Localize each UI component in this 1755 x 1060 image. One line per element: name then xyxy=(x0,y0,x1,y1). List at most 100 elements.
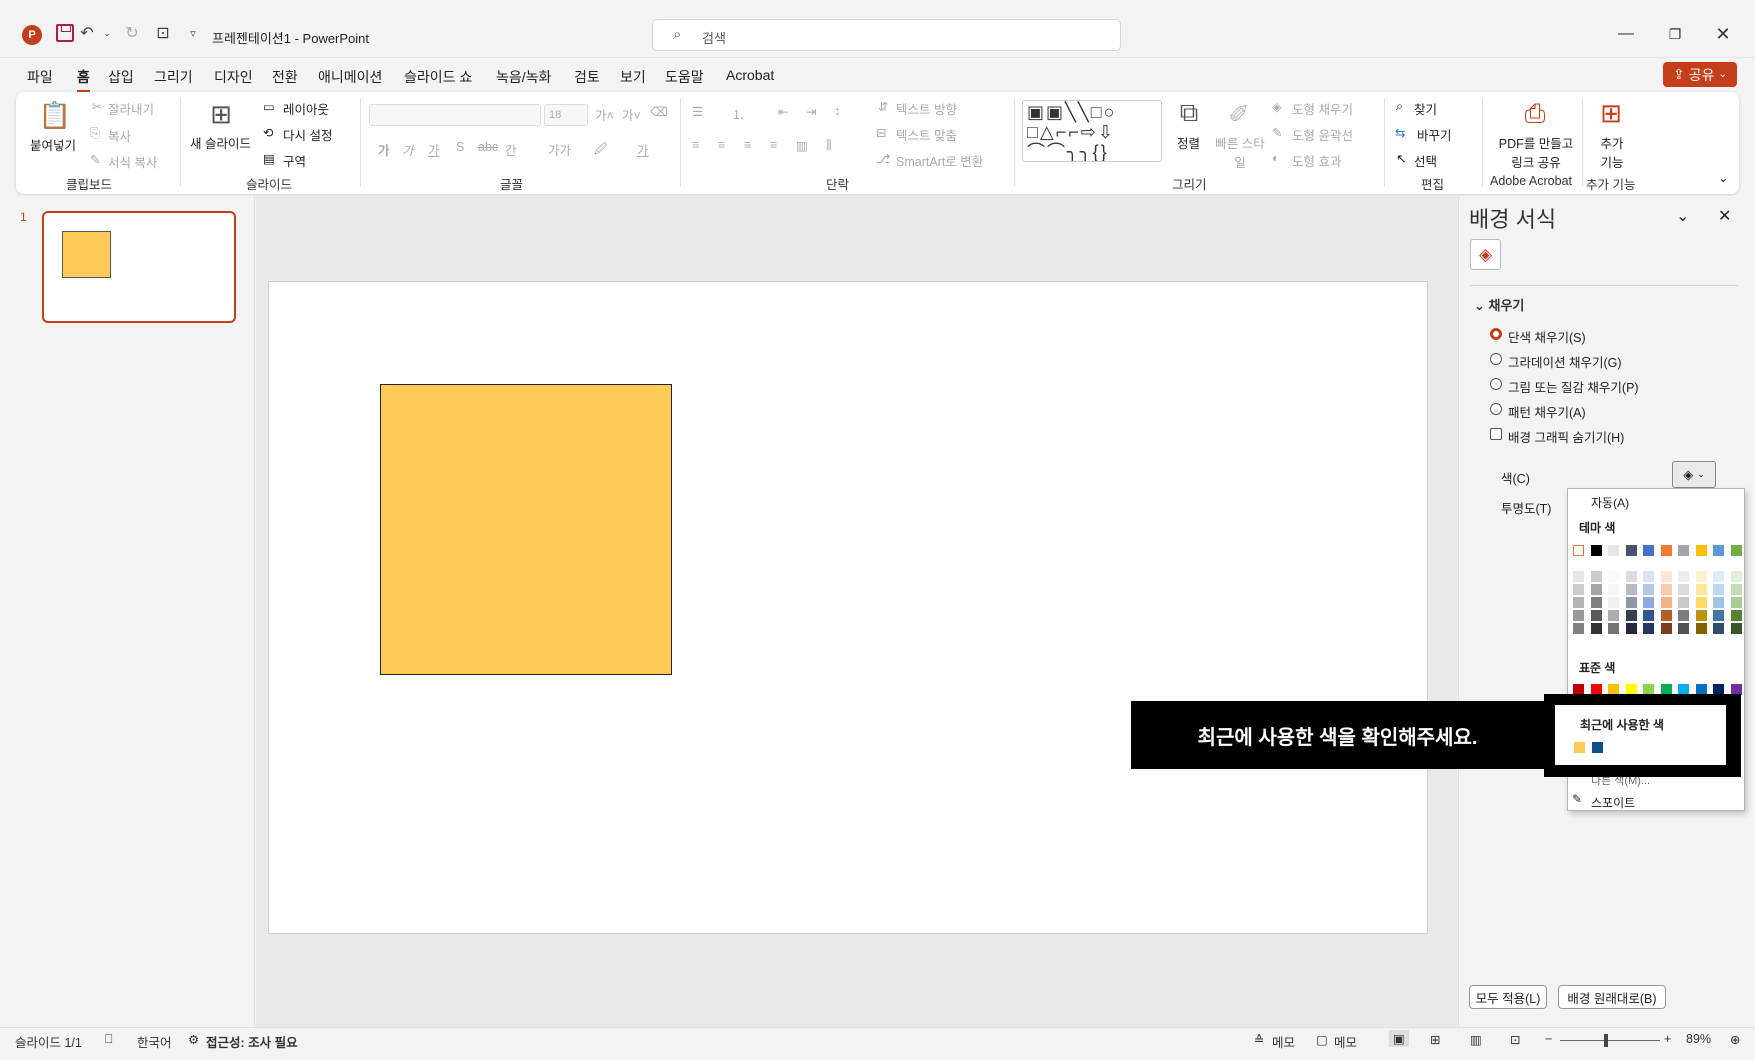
search-input[interactable]: ⌕ 검색 xyxy=(652,19,1121,51)
slideshow-view-icon[interactable]: ⊡ xyxy=(1510,1032,1520,1047)
highlight-icon[interactable]: 🖉 xyxy=(594,140,607,161)
columns-icon[interactable]: ⫼ xyxy=(826,138,832,153)
smartart-button[interactable]: SmartArt로 변환 xyxy=(896,151,983,170)
language-indicator[interactable]: 한국어 xyxy=(137,1032,172,1051)
theme-shade-swatch[interactable] xyxy=(1608,597,1619,608)
italic-icon[interactable]: 가 xyxy=(402,140,414,159)
theme-shade-swatch[interactable] xyxy=(1660,584,1672,595)
reset-button[interactable]: 다시 설정 xyxy=(283,125,332,144)
distributed-icon[interactable]: ▥ xyxy=(796,138,808,153)
undo-dropdown-icon[interactable]: ⌄ xyxy=(96,22,118,44)
theme-shade-swatch[interactable] xyxy=(1713,610,1724,621)
theme-color-swatch[interactable] xyxy=(1573,545,1584,556)
zoom-in-icon[interactable]: + xyxy=(1664,1032,1671,1046)
spellcheck-icon[interactable]: ⎕ xyxy=(105,1032,113,1047)
theme-shade-swatch[interactable] xyxy=(1678,610,1689,621)
underline-icon[interactable]: 가 xyxy=(428,140,440,159)
recent-color-swatch[interactable] xyxy=(1591,742,1603,753)
theme-shade-swatch[interactable] xyxy=(1573,597,1584,608)
theme-shade-swatch[interactable] xyxy=(1695,610,1707,621)
solid-fill-radio[interactable] xyxy=(1490,328,1502,340)
theme-shade-swatch[interactable] xyxy=(1608,584,1619,595)
numbering-icon[interactable]: ⒈ xyxy=(732,104,745,123)
clear-formatting-icon[interactable]: ⌫ xyxy=(650,104,668,119)
fit-to-window-icon[interactable]: ⊕ xyxy=(1730,1032,1740,1047)
find-button[interactable]: 찾기 xyxy=(1414,99,1437,118)
customize-toolbar-icon[interactable]: ▿ xyxy=(182,22,204,44)
theme-shade-swatch[interactable] xyxy=(1590,610,1602,621)
tab-home[interactable]: 홈 xyxy=(77,67,90,93)
cut-button[interactable]: 잘라내기 xyxy=(108,99,154,118)
decrease-indent-icon[interactable]: ⇤ xyxy=(778,104,788,119)
tab-slideshow[interactable]: 슬라이드 쇼 xyxy=(404,67,472,87)
theme-color-swatch[interactable] xyxy=(1730,545,1742,556)
section-button[interactable]: 구역 xyxy=(283,151,306,170)
paste-button[interactable]: 붙여넣기 xyxy=(30,135,76,154)
theme-shade-swatch[interactable] xyxy=(1625,571,1637,582)
undo-icon[interactable]: ↶ xyxy=(76,22,98,44)
theme-shade-swatch[interactable] xyxy=(1695,597,1707,608)
theme-shade-swatch[interactable] xyxy=(1625,610,1637,621)
zoom-slider-thumb[interactable] xyxy=(1604,1034,1608,1047)
shapes-gallery[interactable]: ▣▣╲╲□○ □△⌐⌐⇨⇩ ⌒⌒╮╮{} xyxy=(1022,100,1162,162)
tab-insert[interactable]: 삽입 xyxy=(108,67,134,87)
theme-shade-swatch[interactable] xyxy=(1643,610,1654,621)
redo-icon[interactable]: ↻ xyxy=(121,22,143,44)
theme-shade-swatch[interactable] xyxy=(1730,584,1742,595)
fill-color-button[interactable]: ◈ ⌄ xyxy=(1672,461,1716,488)
bold-icon[interactable]: 가 xyxy=(378,140,390,159)
theme-shade-swatch[interactable] xyxy=(1730,610,1742,621)
shape-effects-button[interactable]: 도형 효과 xyxy=(1292,151,1341,170)
line-spacing-icon[interactable]: ↕ xyxy=(834,104,840,118)
align-text-button[interactable]: 텍스트 맞춤 xyxy=(896,125,957,144)
theme-shade-swatch[interactable] xyxy=(1590,623,1602,634)
char-spacing-icon[interactable]: 간 xyxy=(505,140,517,159)
text-direction-button[interactable]: 텍스트 방향 xyxy=(896,99,957,118)
accessibility-status[interactable]: 접근성: 조사 필요 xyxy=(206,1032,298,1051)
theme-shade-swatch[interactable] xyxy=(1643,623,1654,634)
tab-file[interactable]: 파일 xyxy=(27,67,53,87)
align-center-icon[interactable]: ≡ xyxy=(718,138,725,152)
theme-shade-swatch[interactable] xyxy=(1573,571,1584,582)
align-left-icon[interactable]: ≡ xyxy=(692,138,699,152)
reading-view-icon[interactable]: ▥ xyxy=(1470,1032,1482,1047)
theme-shade-swatch[interactable] xyxy=(1678,584,1689,595)
theme-shade-swatch[interactable] xyxy=(1678,597,1689,608)
tab-design[interactable]: 디자인 xyxy=(214,67,253,87)
change-case-icon[interactable]: 가가 xyxy=(548,140,571,159)
quick-styles-button[interactable]: 빠른 스타일 xyxy=(1215,133,1265,171)
close-window-button[interactable]: ✕ xyxy=(1700,18,1746,50)
eyedropper-option[interactable]: 스포이트 xyxy=(1591,794,1635,811)
font-size-select[interactable]: 18 xyxy=(544,104,588,126)
align-right-icon[interactable]: ≡ xyxy=(744,138,751,152)
theme-shade-swatch[interactable] xyxy=(1660,597,1672,608)
theme-shade-swatch[interactable] xyxy=(1660,623,1672,634)
theme-color-swatch[interactable] xyxy=(1590,545,1602,556)
shrink-font-icon[interactable]: 가˅ xyxy=(622,105,641,124)
tab-draw[interactable]: 그리기 xyxy=(154,67,193,87)
tab-help[interactable]: 도움말 xyxy=(665,67,704,87)
comments-button[interactable]: 메모 xyxy=(1334,1032,1357,1051)
theme-shade-swatch[interactable] xyxy=(1713,623,1724,634)
theme-shade-swatch[interactable] xyxy=(1730,623,1742,634)
theme-color-swatch[interactable] xyxy=(1608,545,1619,556)
theme-shade-swatch[interactable] xyxy=(1713,571,1724,582)
addins-icon[interactable]: ⊞ xyxy=(1594,96,1628,130)
new-slide-icon[interactable]: ⊞ xyxy=(204,97,238,131)
theme-shade-swatch[interactable] xyxy=(1573,610,1584,621)
theme-color-swatch[interactable] xyxy=(1643,545,1654,556)
pattern-fill-radio[interactable] xyxy=(1490,403,1502,415)
theme-shade-swatch[interactable] xyxy=(1660,610,1672,621)
theme-color-swatch[interactable] xyxy=(1625,545,1637,556)
hide-graphics-checkbox[interactable] xyxy=(1490,428,1502,440)
theme-shade-swatch[interactable] xyxy=(1573,584,1584,595)
theme-shade-swatch[interactable] xyxy=(1590,571,1602,582)
tab-transitions[interactable]: 전환 xyxy=(272,67,298,87)
theme-color-swatch[interactable] xyxy=(1713,545,1724,556)
format-painter-button[interactable]: 서식 복사 xyxy=(108,152,157,171)
normal-view-icon[interactable]: ▣ xyxy=(1389,1030,1409,1047)
fill-section-header[interactable]: ⌄ 채우기 xyxy=(1474,295,1524,314)
theme-shade-swatch[interactable] xyxy=(1730,571,1742,582)
bullets-icon[interactable]: ☰ xyxy=(692,104,703,119)
tab-view[interactable]: 보기 xyxy=(620,67,646,87)
